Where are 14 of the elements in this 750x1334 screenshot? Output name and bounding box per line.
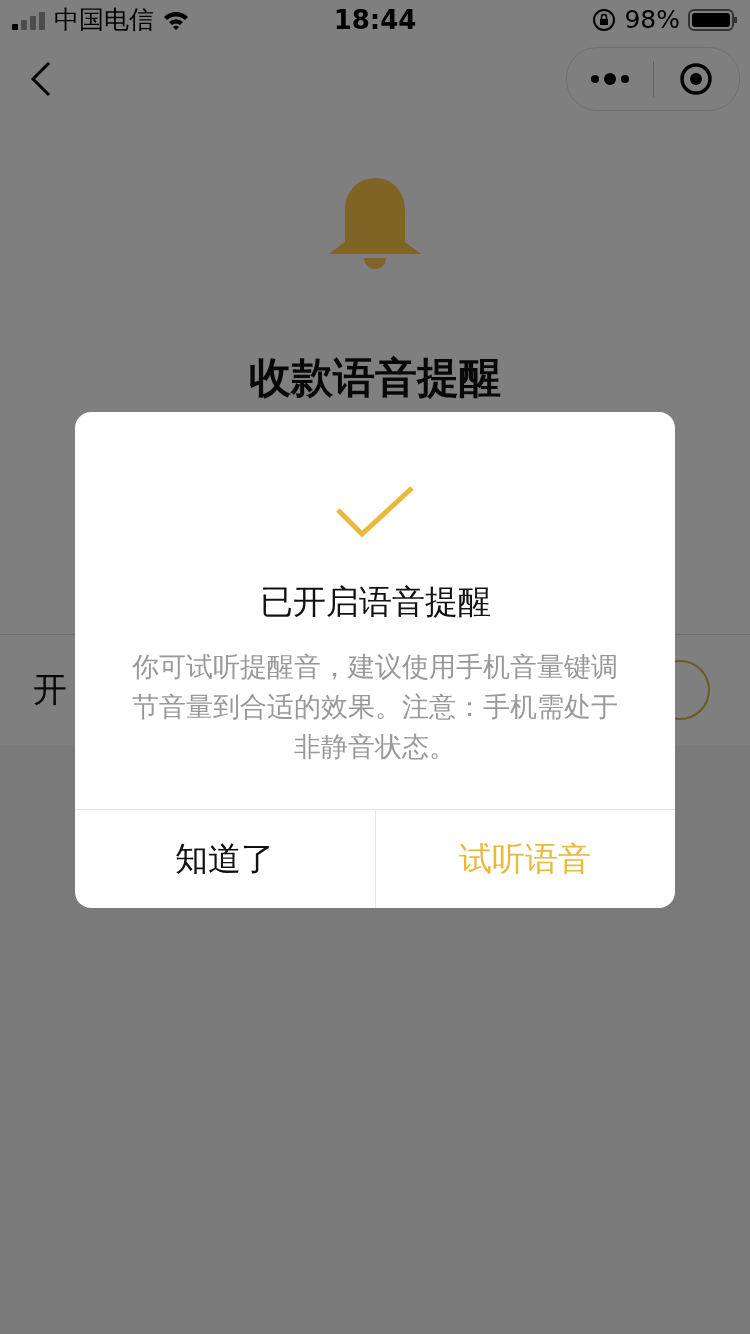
more-icon[interactable] [589, 71, 630, 86]
rotation-lock-icon [592, 7, 617, 32]
close-icon[interactable] [679, 61, 714, 96]
setting-label: 开 [33, 667, 67, 711]
back-icon[interactable] [30, 60, 52, 97]
dismiss-button[interactable]: 知道了 [75, 810, 375, 908]
clock-time: 18:44 [333, 4, 417, 35]
page-title: 收款语音提醒 [248, 351, 502, 404]
dialog-message: 你可试听提醒音，建议使用手机音量键调节音量到合适的效果。注意：手机需处于非静音状态。 [131, 650, 619, 764]
battery-percent: 98% [624, 5, 680, 35]
dialog-title: 已开启语音提醒 [259, 581, 491, 623]
battery-icon [688, 7, 738, 32]
carrier-name: 中国电信 [54, 4, 154, 37]
signal-icon [12, 9, 46, 30]
